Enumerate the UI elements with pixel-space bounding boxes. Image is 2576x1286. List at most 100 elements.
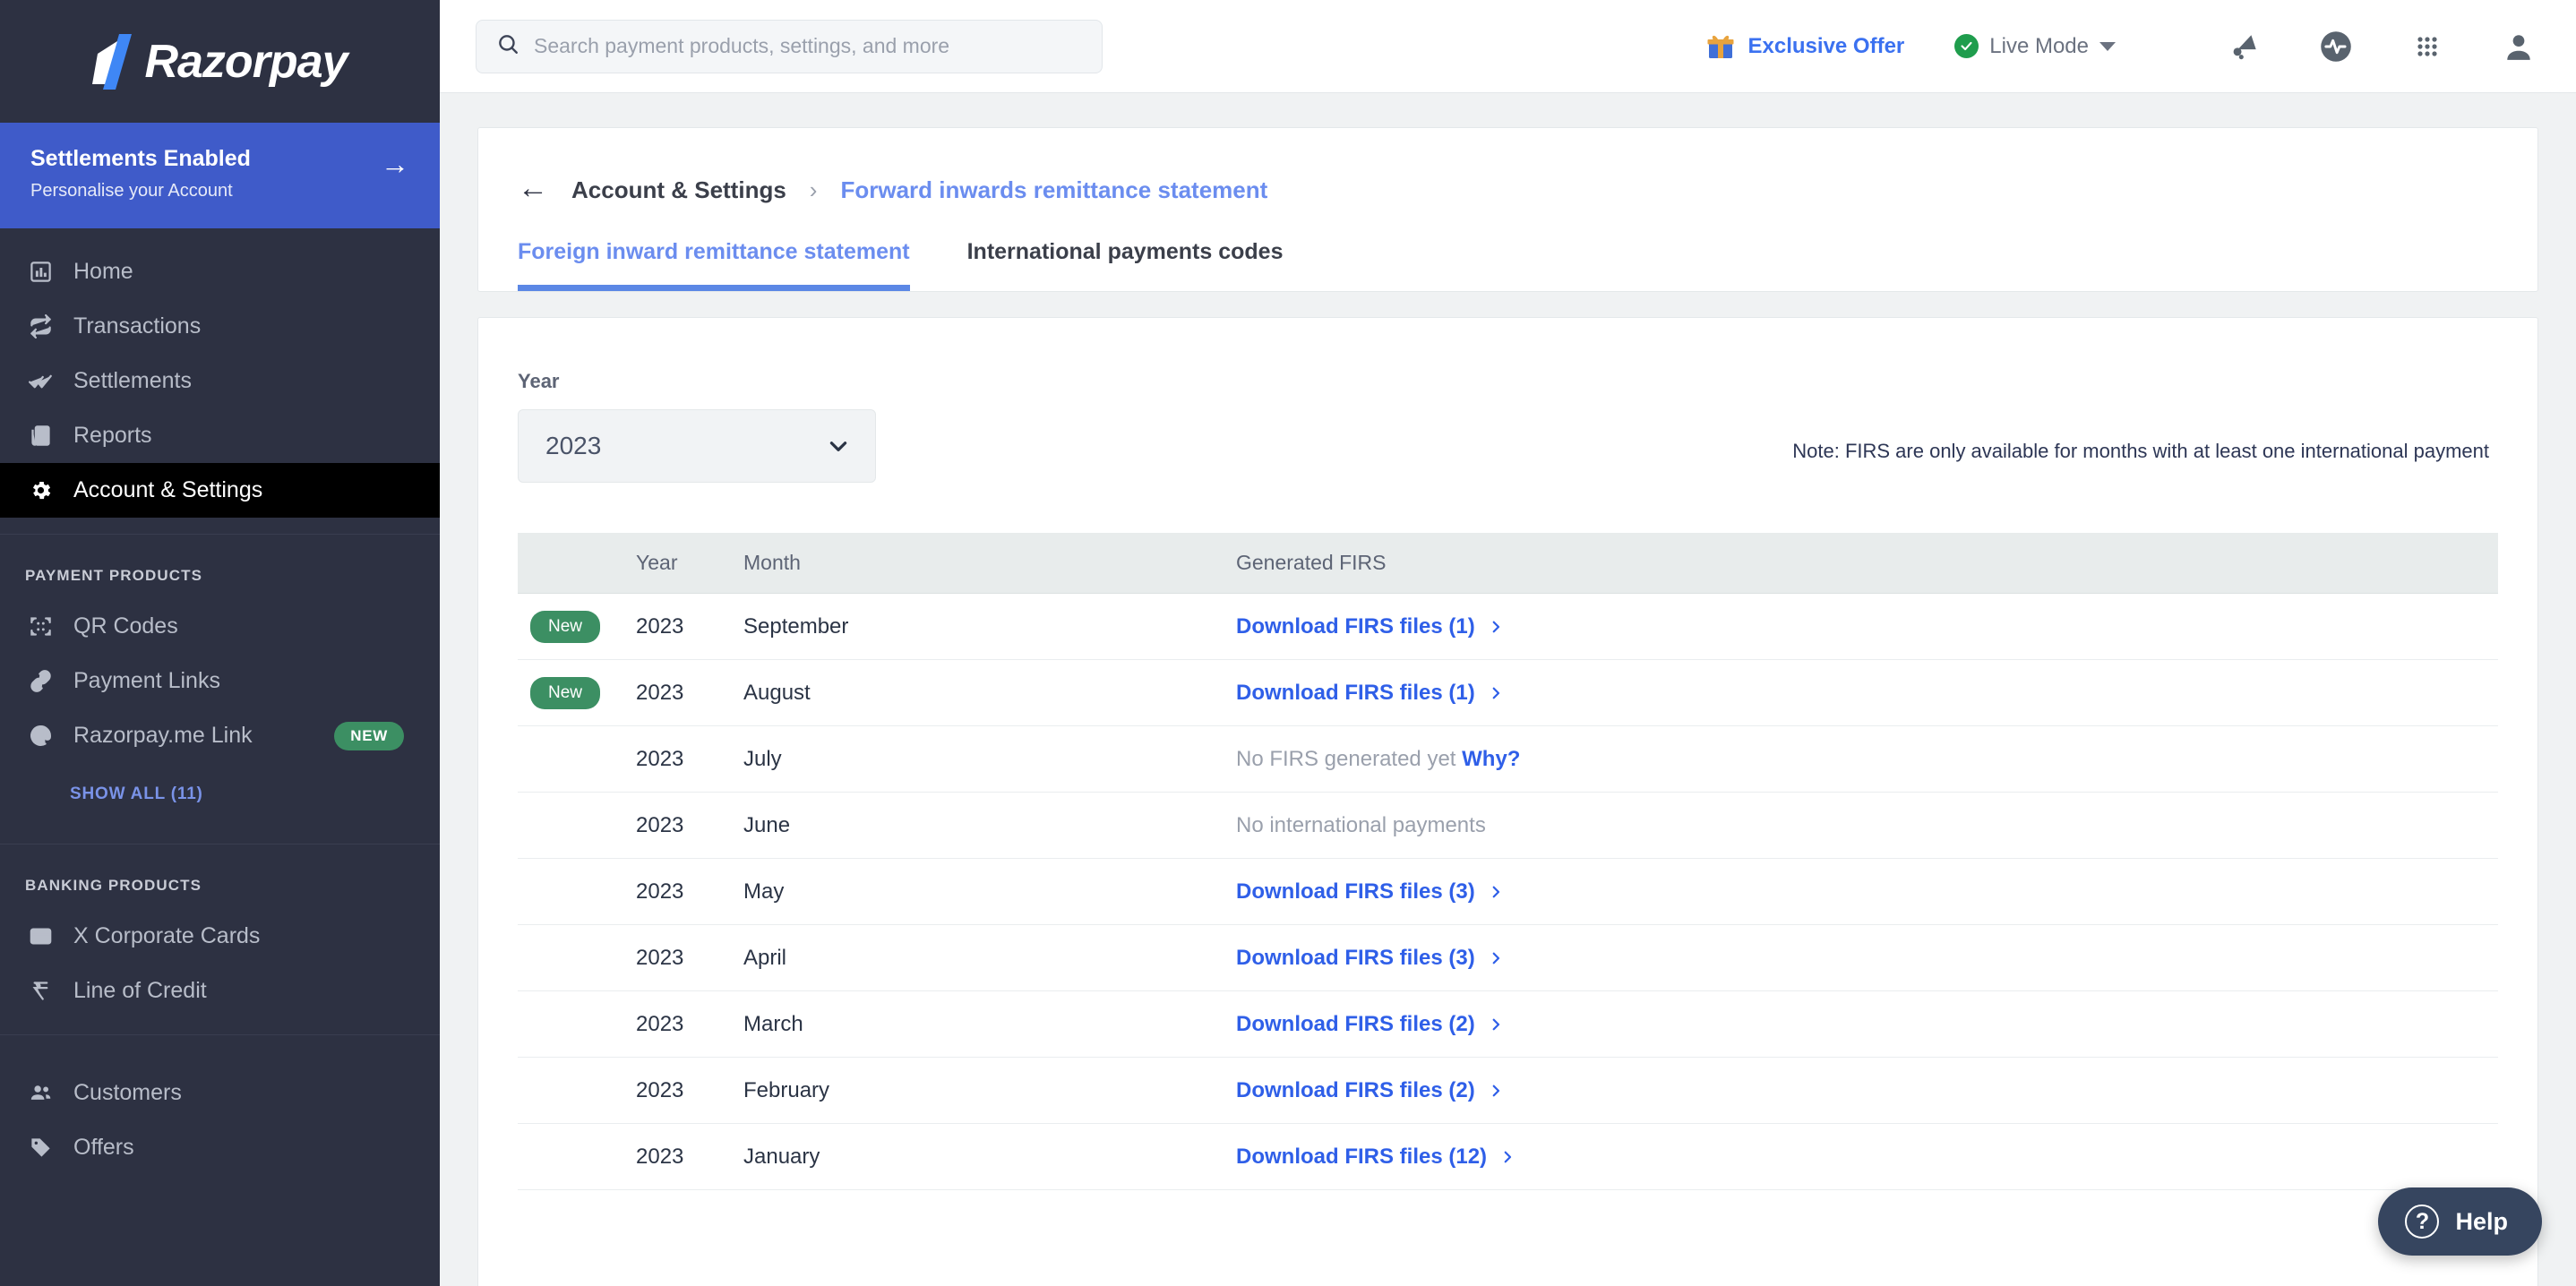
activity-pulse-icon[interactable] (2311, 21, 2361, 72)
sidebar-item-label: Customers (73, 1080, 182, 1105)
primary-nav: Home Transactions Settlements Reports Ac… (0, 228, 440, 518)
sidebar-item-x-corporate-cards[interactable]: X Corporate Cards (0, 909, 440, 964)
download-firs-label: Download FIRS files (3) (1236, 879, 1475, 904)
cell-year: 2023 (636, 812, 684, 837)
live-mode-selector[interactable]: Live Mode (1954, 34, 2116, 59)
sidebar-item-razorpay-me-link[interactable]: Razorpay.me Link NEW (0, 708, 440, 763)
gear-icon (27, 477, 54, 504)
year-filter-label: Year (518, 370, 560, 392)
sidebar-item-label: Reports (73, 423, 152, 448)
tag-icon (27, 1135, 54, 1162)
double-check-icon (27, 368, 54, 395)
tab-foreign-inward-remittance-statement[interactable]: Foreign inward remittance statement (518, 239, 910, 291)
app-root: Razorpay Settlements Enabled Personalise… (0, 0, 2576, 1286)
main-area: Search payment products, settings, and m… (440, 0, 2576, 1286)
banking-products-heading: BANKING PRODUCTS (25, 877, 202, 894)
column-header-generated-firs: Generated FIRS (1236, 551, 1387, 574)
show-all-products-button[interactable]: SHOW ALL (11) (0, 763, 440, 827)
razorpay-logo-text: Razorpay (144, 35, 348, 88)
gift-icon (1705, 31, 1736, 62)
cell-generated-firs: Download FIRS files (1) (1236, 681, 2498, 706)
announcement-icon[interactable] (2220, 21, 2270, 72)
cell-year: 2023 (636, 945, 684, 970)
chevron-right-icon (1492, 1018, 1499, 1030)
settlements-banner-title: Settlements Enabled (30, 146, 251, 171)
firs-table: Year Month Generated FIRS New 2023 Septemb… (518, 533, 2498, 1190)
search-icon (496, 32, 519, 60)
cell-generated-firs: No FIRS generated yet Why? (1236, 747, 2498, 772)
exclusive-offer-button[interactable]: Exclusive Offer (1705, 31, 1904, 62)
dashboard-icon (27, 259, 54, 286)
tab-bar: Foreign inward remittance statement Inte… (478, 214, 2537, 291)
cell-month: July (743, 746, 782, 771)
cell-year: 2023 (636, 613, 684, 639)
cell-year: 2023 (636, 680, 684, 705)
sidebar-item-label: Home (73, 259, 133, 284)
cell-month: June (743, 812, 791, 837)
chevron-down-icon (2099, 41, 2116, 51)
sidebar-item-line-of-credit[interactable]: Line of Credit (0, 964, 440, 1018)
settlements-banner[interactable]: Settlements Enabled Personalise your Acc… (0, 123, 440, 228)
cell-badge: New (518, 676, 636, 709)
filter-row: Year 2023 Note: FIRS are only available … (478, 318, 2537, 483)
arrow-right-icon: → (381, 148, 409, 180)
search-placeholder: Search payment products, settings, and m… (534, 34, 950, 57)
why-link[interactable]: Why? (1455, 747, 1520, 771)
download-firs-link[interactable]: Download FIRS files (3) (1236, 946, 1504, 971)
table-row: New 2023 September Download FIRS files (1) (518, 594, 2498, 660)
table-row: 2023 April Download FIRS files (3) (518, 925, 2498, 991)
qr-code-icon (27, 613, 54, 640)
download-firs-label: Download FIRS files (2) (1236, 1077, 1475, 1102)
sidebar-item-label: Payment Links (73, 668, 220, 693)
sidebar-item-account-and-settings[interactable]: Account & Settings (0, 463, 440, 518)
status-badge: New (530, 676, 601, 709)
search-input[interactable]: Search payment products, settings, and m… (476, 19, 1103, 73)
chevron-right-icon (1492, 687, 1499, 699)
sidebar-item-customers[interactable]: Customers (0, 1066, 440, 1120)
question-circle-icon: ? (2405, 1205, 2440, 1239)
settlements-banner-subtitle: Personalise your Account (30, 181, 233, 201)
rupee-icon (27, 978, 54, 1005)
year-select[interactable]: 2023 (518, 409, 876, 483)
cell-year: 2023 (636, 1144, 684, 1169)
download-firs-link[interactable]: Download FIRS files (12) (1236, 1145, 1516, 1170)
at-icon (27, 723, 54, 750)
user-avatar-icon[interactable] (2494, 21, 2544, 72)
download-firs-link[interactable]: Download FIRS files (2) (1236, 1078, 1504, 1103)
arrow-left-icon[interactable]: ← (518, 173, 548, 203)
credit-card-icon (27, 923, 54, 950)
sidebar: Razorpay Settlements Enabled Personalise… (0, 0, 440, 1286)
sidebar-item-payment-links[interactable]: Payment Links (0, 654, 440, 708)
tab-international-payments-codes[interactable]: International payments codes (967, 239, 1284, 291)
sidebar-item-label: Transactions (73, 313, 202, 339)
status-badge-new: NEW (334, 721, 404, 750)
transactions-icon (27, 313, 54, 340)
download-firs-link[interactable]: Download FIRS files (1) (1236, 614, 1504, 639)
sidebar-item-label: X Corporate Cards (73, 923, 261, 948)
breadcrumb-parent[interactable]: Account & Settings (571, 176, 786, 204)
sidebar-item-settlements[interactable]: Settlements (0, 354, 440, 408)
chevron-right-icon (1492, 886, 1499, 897)
download-firs-label: Download FIRS files (1) (1236, 680, 1475, 705)
sidebar-item-transactions[interactable]: Transactions (0, 299, 440, 354)
live-mode-label: Live Mode (1989, 33, 2089, 58)
sidebar-item-offers[interactable]: Offers (0, 1120, 440, 1175)
sidebar-item-qr-codes[interactable]: QR Codes (0, 599, 440, 654)
cell-generated-firs: Download FIRS files (12) (1236, 1145, 2498, 1170)
chevron-right-icon (1492, 952, 1499, 964)
download-firs-link[interactable]: Download FIRS files (2) (1236, 1012, 1504, 1037)
breadcrumb-current[interactable]: Forward inwards remittance statement (840, 176, 1267, 204)
sidebar-item-home[interactable]: Home (0, 244, 440, 299)
razorpay-logo[interactable]: Razorpay (0, 0, 440, 123)
download-firs-link[interactable]: Download FIRS files (3) (1236, 879, 1504, 904)
cell-month: January (743, 1144, 820, 1169)
apps-grid-icon[interactable] (2402, 21, 2452, 72)
help-button[interactable]: ? Help (2378, 1187, 2542, 1256)
download-firs-link[interactable]: Download FIRS files (1) (1236, 681, 1504, 706)
table-row: 2023 May Download FIRS files (3) (518, 859, 2498, 925)
sidebar-item-reports[interactable]: Reports (0, 408, 440, 463)
cell-month: March (743, 1011, 803, 1036)
top-bar-right: Exclusive Offer Live Mode (1705, 21, 2544, 72)
cell-month: May (743, 879, 785, 904)
firs-availability-note: Note: FIRS are only available for months… (1792, 440, 2489, 462)
